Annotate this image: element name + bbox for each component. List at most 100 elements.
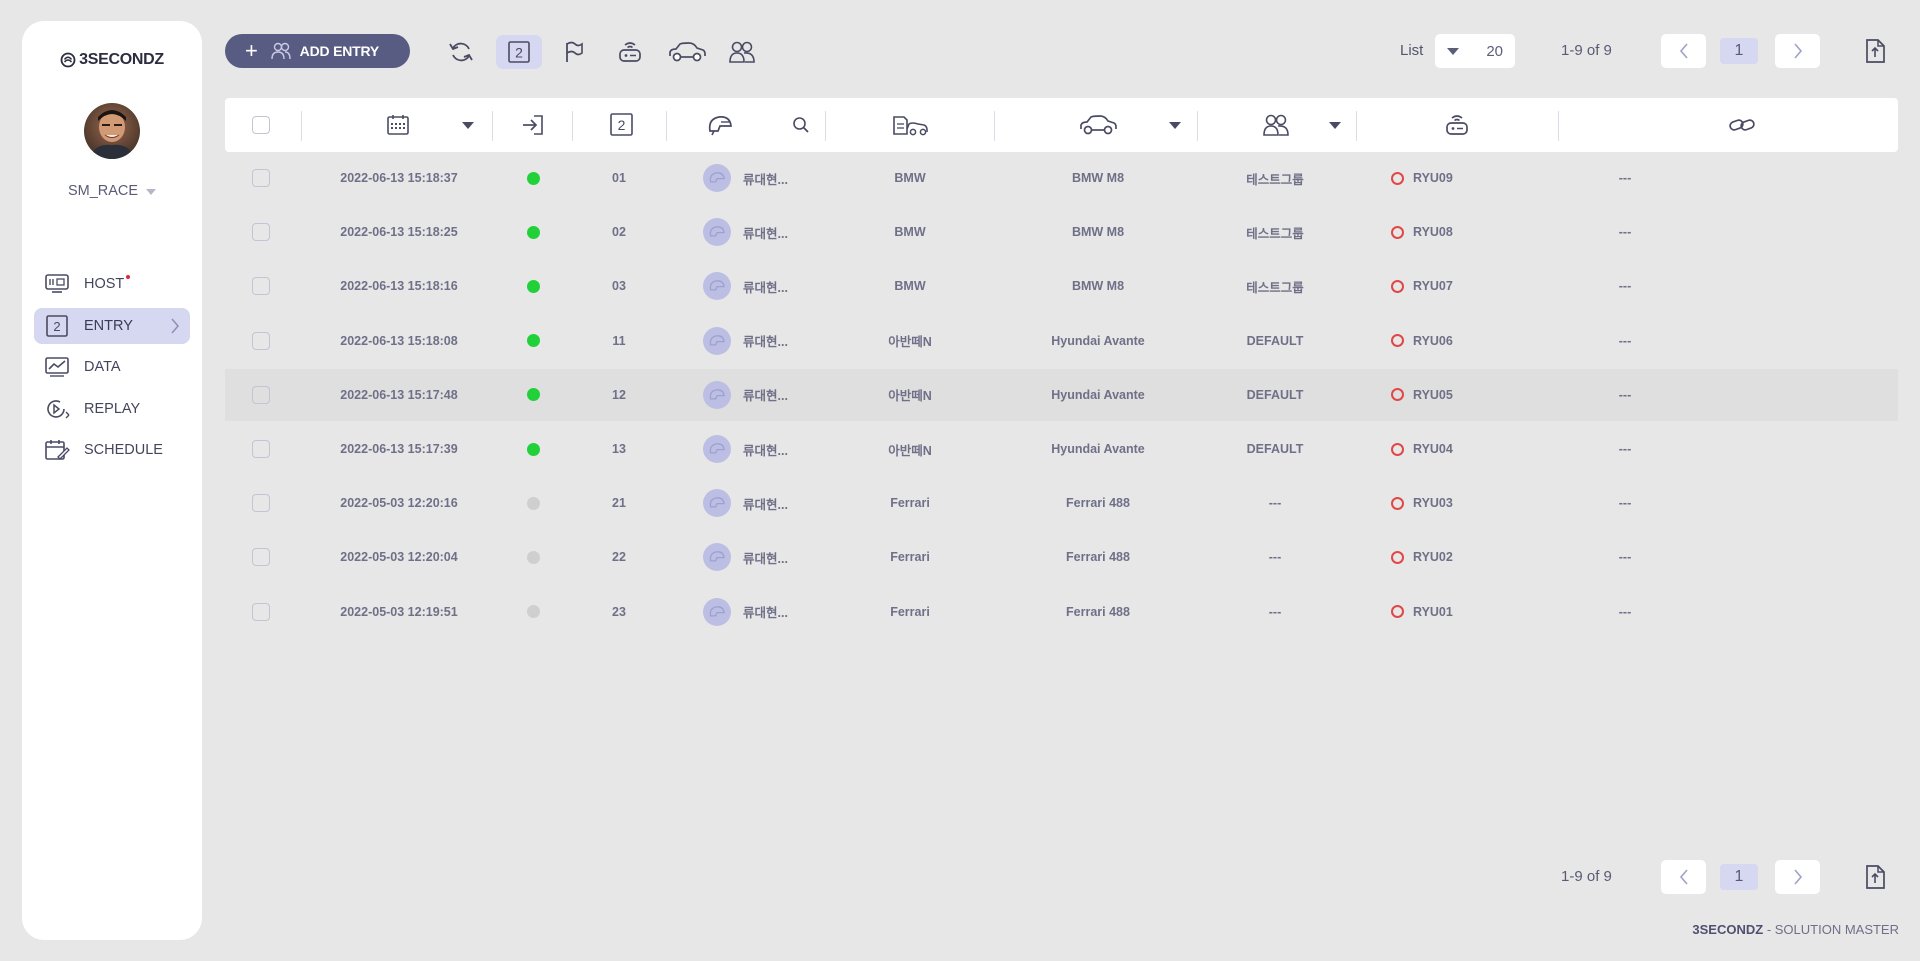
driver-cell[interactable]: 류대현... <box>703 315 823 367</box>
entry-number: 02 <box>612 225 626 240</box>
list-size-value: 20 <box>1486 42 1503 60</box>
sidebar-item-entry[interactable]: 2 ENTRY <box>34 307 190 344</box>
export-file-icon-bottom[interactable] <box>1860 860 1890 894</box>
entry-number-toggle-icon[interactable]: 2 <box>496 35 542 69</box>
helmet-icon <box>705 112 735 138</box>
device-icon[interactable] <box>609 35 651 69</box>
row-checkbox[interactable] <box>252 169 270 187</box>
login-icon[interactable] <box>518 112 548 138</box>
page-number-button-bottom[interactable]: 1 <box>1720 864 1758 890</box>
table-row[interactable]: 2022-06-13 15:17:48 12 류대현... 아반떼N Hyund… <box>225 368 1898 421</box>
device-cell[interactable]: RYU05 <box>1391 369 1501 421</box>
refresh-icon[interactable] <box>440 35 482 69</box>
driver-avatar-icon <box>703 435 731 463</box>
logo-mark-icon <box>60 52 76 68</box>
driver-cell[interactable]: 류대현... <box>703 369 823 421</box>
status-dot <box>526 171 540 185</box>
status-dot <box>526 334 540 348</box>
sort-time-caret-icon[interactable] <box>462 122 474 129</box>
device-cell[interactable]: RYU02 <box>1391 531 1501 583</box>
car-model: Ferrari 488 <box>1066 496 1130 511</box>
add-entry-button[interactable]: + ADD ENTRY <box>225 34 410 68</box>
table-row[interactable]: 2022-06-13 15:18:25 02 류대현... BMW BMW M8… <box>225 206 1898 258</box>
car-model: Hyundai Avante <box>1051 333 1145 348</box>
prev-page-button[interactable] <box>1661 34 1706 68</box>
table-row[interactable]: 2022-05-03 12:20:04 22 류대현... Ferrari Fe… <box>225 531 1898 583</box>
host-icon <box>42 272 72 296</box>
chevron-right-icon <box>1793 869 1802 885</box>
driver-name: 류대현... <box>743 606 788 621</box>
driver-cell[interactable]: 류대현... <box>703 423 823 475</box>
status-dot <box>526 279 540 293</box>
device-status-ring-icon <box>1391 171 1404 185</box>
app-logo[interactable]: 3SECONDZ <box>22 51 202 69</box>
data-chart-icon <box>42 355 72 379</box>
entry-number: 12 <box>612 387 626 402</box>
row-checkbox[interactable] <box>252 277 270 296</box>
search-icon[interactable] <box>790 112 812 138</box>
sort-group-caret-icon[interactable] <box>1329 122 1341 129</box>
avatar[interactable] <box>84 103 140 159</box>
entry-icon: 2 <box>42 314 72 338</box>
device-column-icon <box>1442 112 1472 138</box>
car-maker: BMW <box>894 171 926 185</box>
calendar-icon[interactable] <box>383 112 413 138</box>
export-file-icon[interactable] <box>1860 34 1890 68</box>
car-model-icon <box>1077 112 1119 138</box>
page-number-button[interactable]: 1 <box>1720 38 1758 64</box>
row-checkbox[interactable] <box>252 602 270 621</box>
list-size-select[interactable]: 20 <box>1435 34 1515 68</box>
group-name: --- <box>1268 496 1282 511</box>
driver-avatar-icon <box>703 489 731 518</box>
group-icon[interactable] <box>721 35 763 69</box>
driver-cell[interactable]: 류대현... <box>703 152 823 204</box>
driver-cell[interactable]: 류대현... <box>703 206 823 258</box>
device-cell[interactable]: RYU01 <box>1391 586 1501 638</box>
row-checkbox[interactable] <box>252 548 270 567</box>
sort-car-caret-icon[interactable] <box>1169 122 1181 129</box>
prev-page-button-bottom[interactable] <box>1661 860 1706 894</box>
entry-time: 2022-06-13 15:17:48 <box>340 387 458 402</box>
driver-cell[interactable]: 류대현... <box>703 477 823 529</box>
table-row[interactable]: 2022-06-13 15:18:37 01 류대현... BMW BMW M8… <box>225 152 1898 204</box>
next-page-button-bottom[interactable] <box>1775 860 1820 894</box>
entry-number: 13 <box>612 442 626 456</box>
group-name: --- <box>1268 550 1282 565</box>
table-row[interactable]: 2022-06-13 15:18:16 03 류대현... BMW BMW M8… <box>225 260 1898 312</box>
status-cell <box>508 260 558 312</box>
row-checkbox[interactable] <box>252 440 270 458</box>
car-model: Hyundai Avante <box>1051 387 1145 402</box>
device-cell[interactable]: RYU09 <box>1391 152 1501 204</box>
table-row[interactable]: 2022-05-03 12:20:16 21 류대현... Ferrari Fe… <box>225 477 1898 529</box>
link-icon <box>1727 112 1757 138</box>
table-row[interactable]: 2022-06-13 15:17:39 13 류대현... 아반떼N Hyund… <box>225 423 1898 475</box>
next-page-button[interactable] <box>1775 34 1820 68</box>
table-row[interactable]: 2022-06-13 15:18:08 11 류대현... 아반떼N Hyund… <box>225 315 1898 367</box>
device-cell[interactable]: RYU07 <box>1391 260 1501 312</box>
row-checkbox[interactable] <box>252 331 270 350</box>
device-cell[interactable]: RYU08 <box>1391 206 1501 258</box>
device-cell[interactable]: RYU04 <box>1391 423 1501 475</box>
device-cell[interactable]: RYU06 <box>1391 315 1501 367</box>
sidebar: 3SECONDZ SM_RACE HOST 2 ENTRY DATA REPLA… <box>22 21 202 940</box>
sidebar-item-data[interactable]: DATA <box>34 349 190 385</box>
select-all-checkbox[interactable] <box>252 116 270 134</box>
link-value: --- <box>1618 604 1632 619</box>
driver-cell[interactable]: 류대현... <box>703 260 823 312</box>
driver-cell[interactable]: 류대현... <box>703 531 823 583</box>
flag-icon[interactable] <box>553 35 595 69</box>
row-checkbox[interactable] <box>252 223 270 242</box>
user-menu[interactable]: SM_RACE <box>22 183 202 199</box>
device-id: RYU02 <box>1413 550 1453 565</box>
sidebar-item-label: REPLAY <box>84 400 141 417</box>
car-icon[interactable] <box>664 35 710 69</box>
table-row[interactable]: 2022-05-03 12:19:51 23 류대현... Ferrari Fe… <box>225 586 1898 638</box>
row-checkbox[interactable] <box>252 385 270 404</box>
device-cell[interactable]: RYU03 <box>1391 477 1501 529</box>
sidebar-item-replay[interactable]: REPLAY <box>34 391 190 427</box>
sidebar-item-host[interactable]: HOST <box>34 266 190 302</box>
sidebar-item-schedule[interactable]: SCHEDULE <box>34 432 190 468</box>
group-name: 테스트그룹 <box>1246 280 1304 295</box>
driver-cell[interactable]: 류대현... <box>703 586 823 638</box>
row-checkbox[interactable] <box>252 494 270 513</box>
